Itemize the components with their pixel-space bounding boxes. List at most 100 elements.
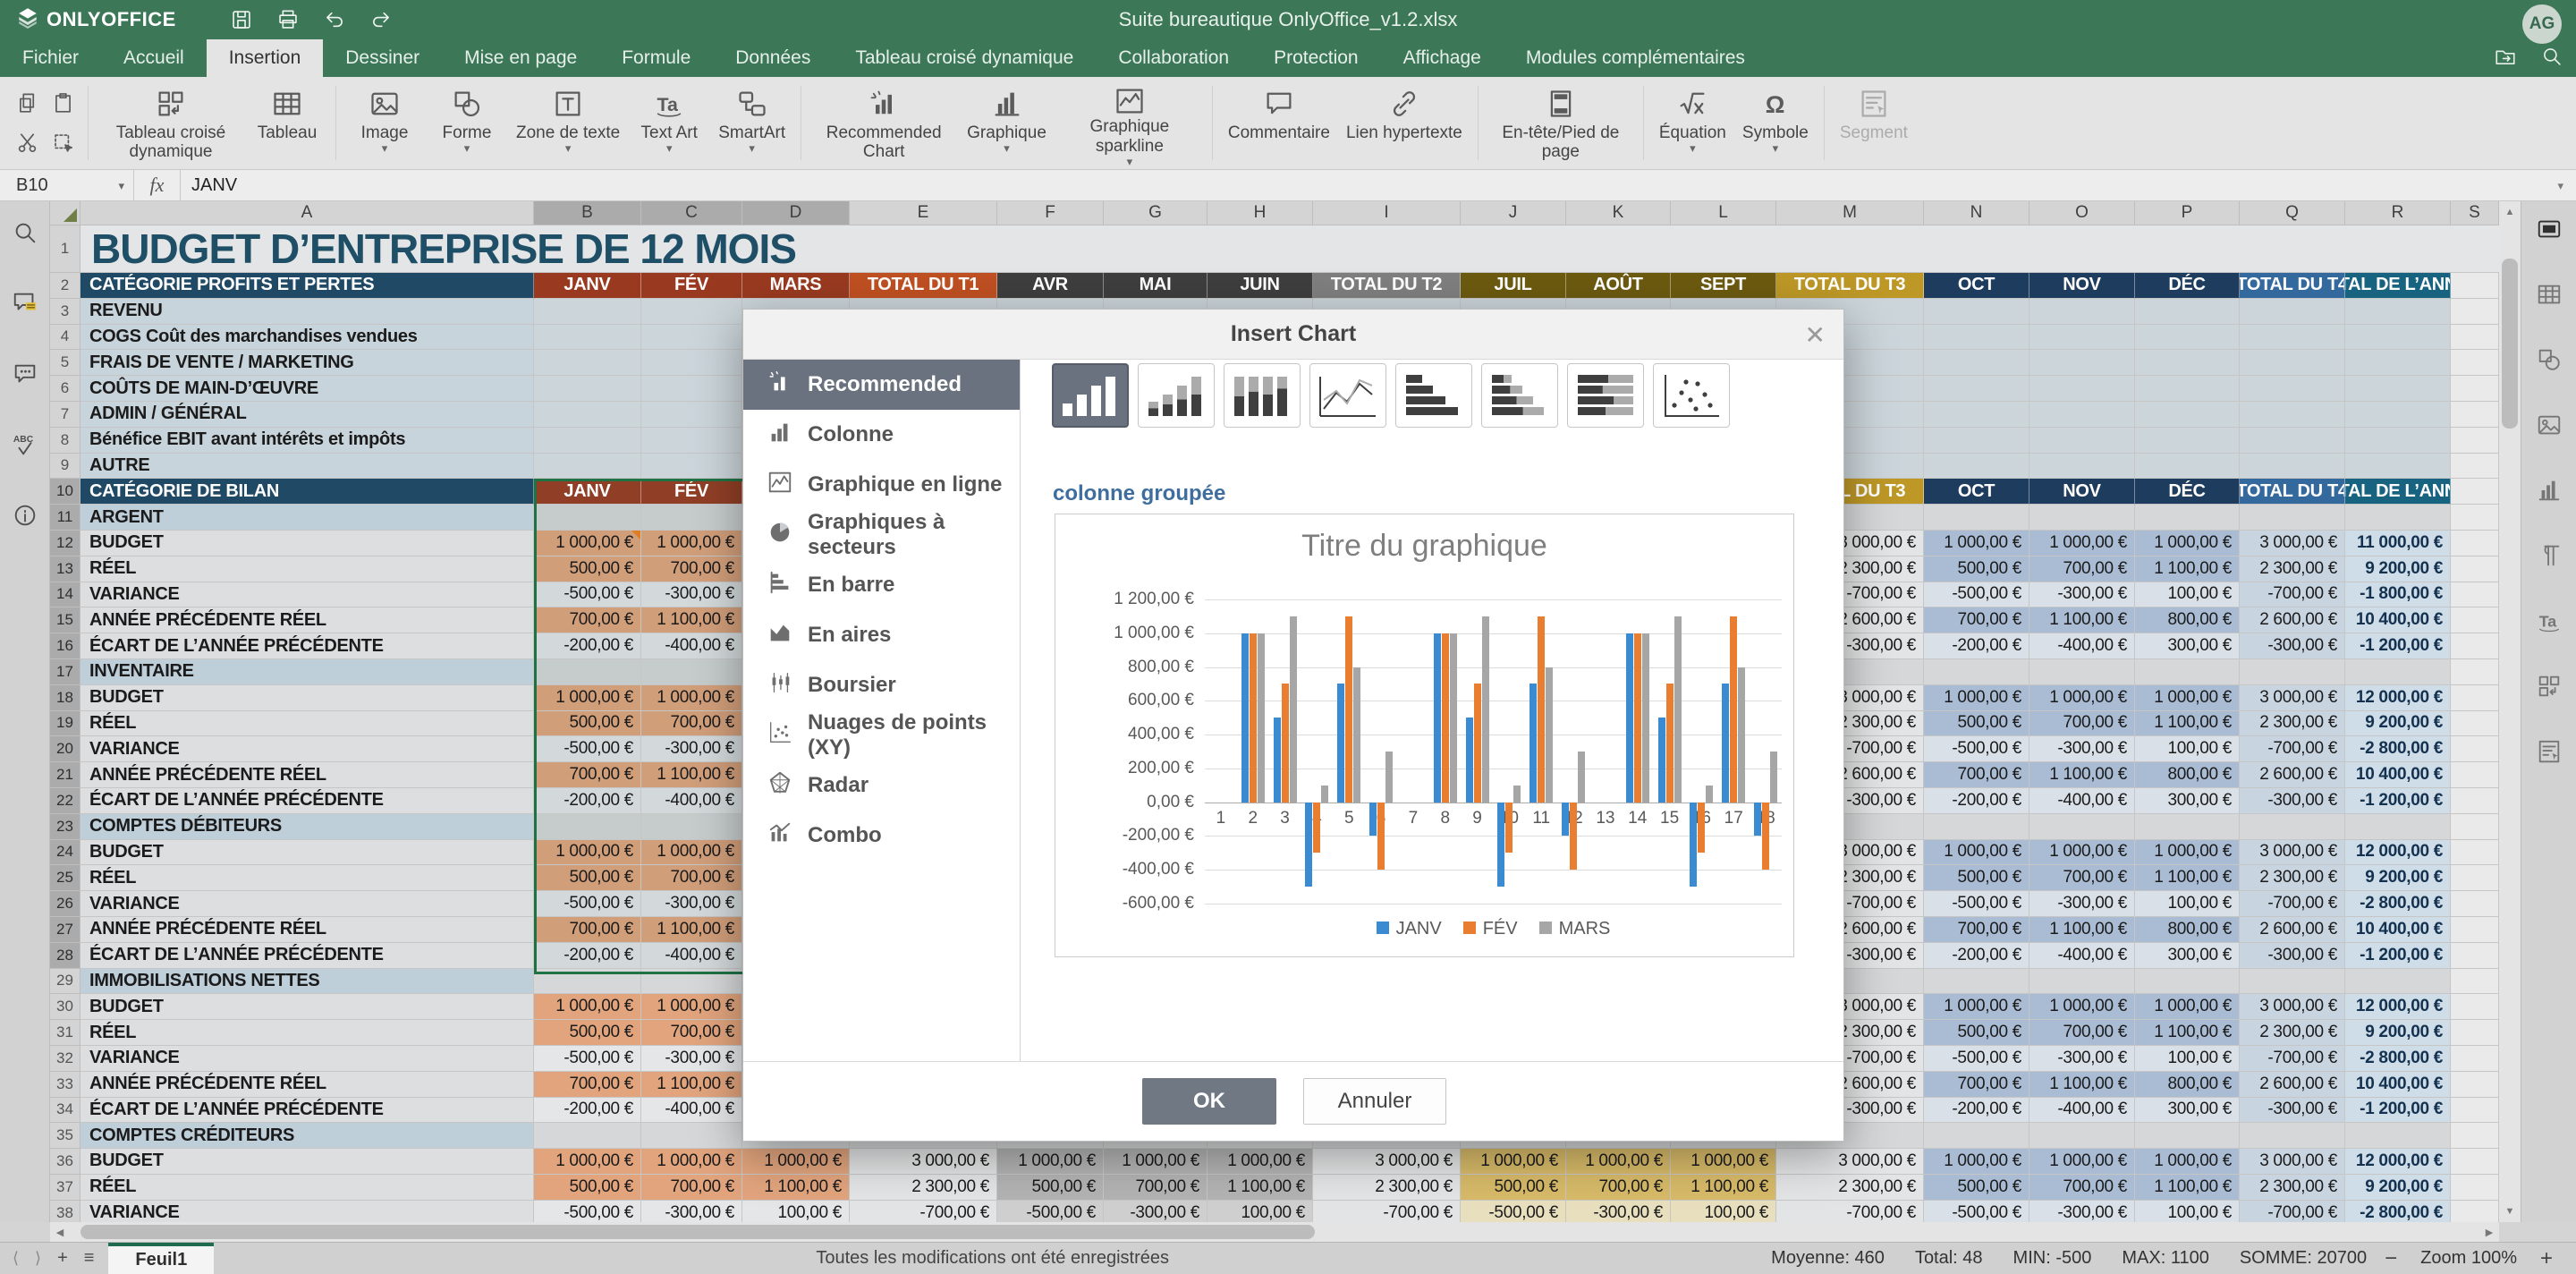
cell-C9[interactable] — [641, 454, 742, 480]
cell-S32[interactable] — [2451, 1046, 2499, 1072]
column-header-Q[interactable]: Q — [2240, 201, 2345, 225]
cell-Q34[interactable]: -300,00 € — [2240, 1098, 2345, 1124]
cell-R33[interactable]: 10 400,00 € — [2345, 1072, 2451, 1098]
cell-N29[interactable] — [1924, 969, 2029, 995]
cell-B29[interactable] — [534, 969, 641, 995]
chat-icon[interactable] — [12, 361, 38, 392]
cell-N10[interactable]: OCT — [1924, 479, 2029, 505]
cell-B21[interactable]: 700,00 € — [534, 762, 641, 788]
cell-C8[interactable] — [641, 428, 742, 454]
info-icon[interactable] — [12, 502, 38, 533]
ok-button[interactable]: OK — [1142, 1078, 1276, 1125]
cell-P35[interactable] — [2135, 1123, 2240, 1149]
cell-A37[interactable]: RÉEL — [80, 1175, 534, 1201]
graphique-button[interactable]: Graphique▾ — [959, 77, 1055, 169]
row-header-10[interactable]: 10 — [50, 479, 80, 505]
cell-B20[interactable]: -500,00 € — [534, 736, 641, 762]
cell-P11[interactable] — [2135, 505, 2240, 531]
cell-A2[interactable]: CATÉGORIE PROFITS ET PERTES — [80, 273, 534, 299]
cell-B22[interactable]: -200,00 € — [534, 788, 641, 814]
cell-P29[interactable] — [2135, 969, 2240, 995]
cell-P28[interactable]: 300,00 € — [2135, 943, 2240, 969]
row-header-14[interactable]: 14 — [50, 582, 80, 608]
cell-A5[interactable]: FRAIS DE VENTE / MARKETING — [80, 350, 534, 376]
print-icon[interactable] — [276, 8, 300, 31]
cell-N37[interactable]: 500,00 € — [1924, 1175, 2029, 1201]
cell-O23[interactable] — [2029, 814, 2135, 840]
select-all-corner[interactable] — [50, 201, 80, 225]
cell-R35[interactable] — [2345, 1123, 2451, 1149]
scroll-down-icon[interactable]: ▼ — [2499, 1201, 2521, 1222]
cell-P31[interactable]: 1 100,00 € — [2135, 1020, 2240, 1046]
cell-H36[interactable]: 1 000,00 € — [1208, 1149, 1313, 1175]
cancel-button[interactable]: Annuler — [1303, 1078, 1446, 1125]
cell-C29[interactable] — [641, 969, 742, 995]
cell-R3[interactable] — [2345, 299, 2451, 325]
cell-A36[interactable]: BUDGET — [80, 1149, 534, 1175]
cell-P4[interactable] — [2135, 325, 2240, 351]
cell-B10[interactable]: JANV — [534, 479, 641, 505]
cell-F36[interactable]: 1 000,00 € — [997, 1149, 1104, 1175]
cell-B2[interactable]: JANV — [534, 273, 641, 299]
dialog-title-bar[interactable]: Insert Chart ✕ — [743, 310, 1843, 360]
cell-O21[interactable]: 1 100,00 € — [2029, 762, 2135, 788]
cell-N33[interactable]: 700,00 € — [1924, 1072, 2029, 1098]
cell-A12[interactable]: BUDGET — [80, 531, 534, 556]
menu-tab-tableau-croise-dynamique[interactable]: Tableau croisé dynamique — [833, 39, 1096, 77]
cell-A16[interactable]: ÉCART DE L’ANNÉE PRÉCÉDENTE — [80, 633, 534, 659]
cell-P21[interactable]: 800,00 € — [2135, 762, 2240, 788]
row-header-19[interactable]: 19 — [50, 711, 80, 737]
row-header-22[interactable]: 22 — [50, 788, 80, 814]
row-header-35[interactable]: 35 — [50, 1123, 80, 1149]
cell-B13[interactable]: 500,00 € — [534, 556, 641, 582]
chart-type-radar[interactable]: Radar — [743, 760, 1020, 811]
cell-B37[interactable]: 500,00 € — [534, 1175, 641, 1201]
cell-C6[interactable] — [641, 376, 742, 402]
cell-P17[interactable] — [2135, 659, 2240, 685]
cell-P20[interactable]: 100,00 € — [2135, 736, 2240, 762]
cell-Q14[interactable]: -700,00 € — [2240, 582, 2345, 608]
cell-B26[interactable]: -500,00 € — [534, 891, 641, 917]
cell-A21[interactable]: ANNÉE PRÉCÉDENTE RÉEL — [80, 762, 534, 788]
menu-tab-protection[interactable]: Protection — [1251, 39, 1381, 77]
cell-P23[interactable] — [2135, 814, 2240, 840]
cell-O25[interactable]: 700,00 € — [2029, 865, 2135, 891]
cell-S31[interactable] — [2451, 1020, 2499, 1046]
cell-B35[interactable] — [534, 1123, 641, 1149]
chart-type-en-aires[interactable]: En aires — [743, 610, 1020, 660]
vertical-scroll-thumb[interactable] — [2502, 259, 2518, 429]
save-icon[interactable] — [230, 8, 253, 31]
row-header-5[interactable]: 5 — [50, 350, 80, 376]
cell-R24[interactable]: 12 000,00 € — [2345, 840, 2451, 866]
cell-S29[interactable] — [2451, 969, 2499, 995]
cell-G37[interactable]: 700,00 € — [1104, 1175, 1208, 1201]
cell-C2[interactable]: FÉV — [641, 273, 742, 299]
cell-G36[interactable]: 1 000,00 € — [1104, 1149, 1208, 1175]
column-header-H[interactable]: H — [1208, 201, 1313, 225]
menu-tab-affichage[interactable]: Affichage — [1381, 39, 1504, 77]
cell-N32[interactable]: -500,00 € — [1924, 1046, 2029, 1072]
cell-B12[interactable]: 1 000,00 € — [534, 531, 641, 556]
cell-P25[interactable]: 1 100,00 € — [2135, 865, 2240, 891]
cell-S16[interactable] — [2451, 633, 2499, 659]
cell-L37[interactable]: 1 100,00 € — [1671, 1175, 1776, 1201]
cell-A18[interactable]: BUDGET — [80, 685, 534, 711]
smartart-button[interactable]: SmartArt▾ — [710, 77, 793, 169]
cell-A11[interactable]: ARGENT — [80, 505, 534, 531]
row-header-21[interactable]: 21 — [50, 762, 80, 788]
subtype-clustered-column[interactable] — [1052, 363, 1129, 428]
cell-C26[interactable]: -300,00 € — [641, 891, 742, 917]
cell-A27[interactable]: ANNÉE PRÉCÉDENTE RÉEL — [80, 917, 534, 943]
cell-S17[interactable] — [2451, 659, 2499, 685]
sheet-list-icon[interactable]: ≡ — [84, 1248, 95, 1269]
cell-N24[interactable]: 1 000,00 € — [1924, 840, 2029, 866]
cell-P18[interactable]: 1 000,00 € — [2135, 685, 2240, 711]
column-header-C[interactable]: C — [641, 201, 742, 225]
cell-N13[interactable]: 500,00 € — [1924, 556, 2029, 582]
cell-R26[interactable]: -2 800,00 € — [2345, 891, 2451, 917]
cell-C33[interactable]: 1 100,00 € — [641, 1072, 742, 1098]
cell-O18[interactable]: 1 000,00 € — [2029, 685, 2135, 711]
cell-E38[interactable]: -700,00 € — [850, 1201, 997, 1222]
cell-O38[interactable]: -300,00 € — [2029, 1201, 2135, 1222]
cell-Q31[interactable]: 2 300,00 € — [2240, 1020, 2345, 1046]
